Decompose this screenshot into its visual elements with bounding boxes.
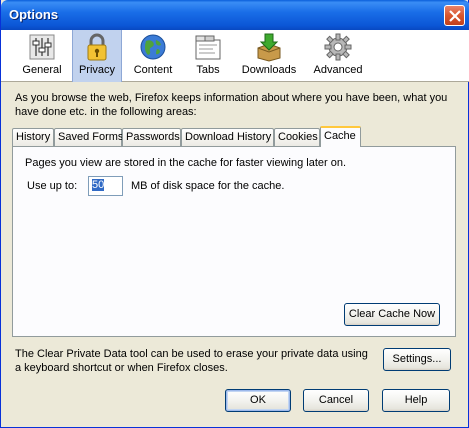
padlock-icon — [87, 33, 107, 61]
options-toolbar: General Privacy Content Tabs Downloads A… — [1, 30, 469, 82]
toolbar-label: Content — [133, 64, 173, 76]
tab-cache[interactable]: Cache — [320, 126, 361, 147]
cache-size-value: 50 — [92, 179, 105, 191]
close-button[interactable] — [444, 5, 465, 26]
tab-passwords[interactable]: Passwords — [122, 128, 181, 146]
help-button[interactable]: Help — [382, 389, 450, 412]
toolbar-label: Downloads — [241, 64, 297, 76]
tab-saved-forms[interactable]: Saved Forms — [54, 128, 123, 146]
globe-icon — [140, 34, 166, 60]
cancel-button[interactable]: Cancel — [303, 389, 369, 412]
toolbar-downloads-button[interactable]: Downloads — [237, 30, 301, 82]
toolbar-label: Tabs — [196, 64, 220, 76]
title-bar[interactable]: Options — [1, 0, 469, 30]
cache-panel: Pages you view are stored in the cache f… — [12, 146, 456, 337]
use-up-to-label: Use up to: — [27, 180, 78, 192]
download-box-icon — [257, 33, 281, 62]
toolbar-label: Advanced — [313, 64, 363, 76]
toolbar-privacy-button[interactable]: Privacy — [72, 30, 122, 82]
tab-history[interactable]: History — [12, 128, 54, 146]
toolbar-label: General — [22, 64, 62, 76]
options-window: Options General Privacy Content Tabs Dow… — [0, 0, 469, 428]
cache-size-unit-label: MB of disk space for the cache. — [131, 180, 285, 192]
tab-cookies[interactable]: Cookies — [274, 128, 320, 146]
window-title: Options — [9, 7, 59, 22]
toolbar-advanced-button[interactable]: Advanced — [307, 30, 369, 82]
close-icon — [449, 10, 461, 22]
sliders-icon — [29, 34, 55, 60]
cache-info-text: Pages you view are stored in the cache f… — [25, 157, 347, 169]
cache-size-input[interactable]: 50 — [88, 176, 123, 196]
toolbar-label: Privacy — [78, 64, 116, 76]
toolbar-general-button[interactable]: General — [15, 30, 69, 82]
toolbar-content-button[interactable]: Content — [125, 30, 181, 82]
ok-button[interactable]: OK — [225, 389, 291, 412]
tabs-icon — [195, 35, 221, 60]
toolbar-tabs-button[interactable]: Tabs — [185, 30, 231, 82]
privacy-description: As you browse the web, Firefox keeps inf… — [15, 92, 448, 118]
settings-button[interactable]: Settings... — [383, 348, 451, 371]
gear-icon — [324, 33, 352, 61]
tab-download-history[interactable]: Download History — [181, 128, 274, 146]
clear-private-data-text: The Clear Private Data tool can be used … — [15, 348, 368, 374]
clear-cache-now-button[interactable]: Clear Cache Now — [344, 303, 440, 326]
